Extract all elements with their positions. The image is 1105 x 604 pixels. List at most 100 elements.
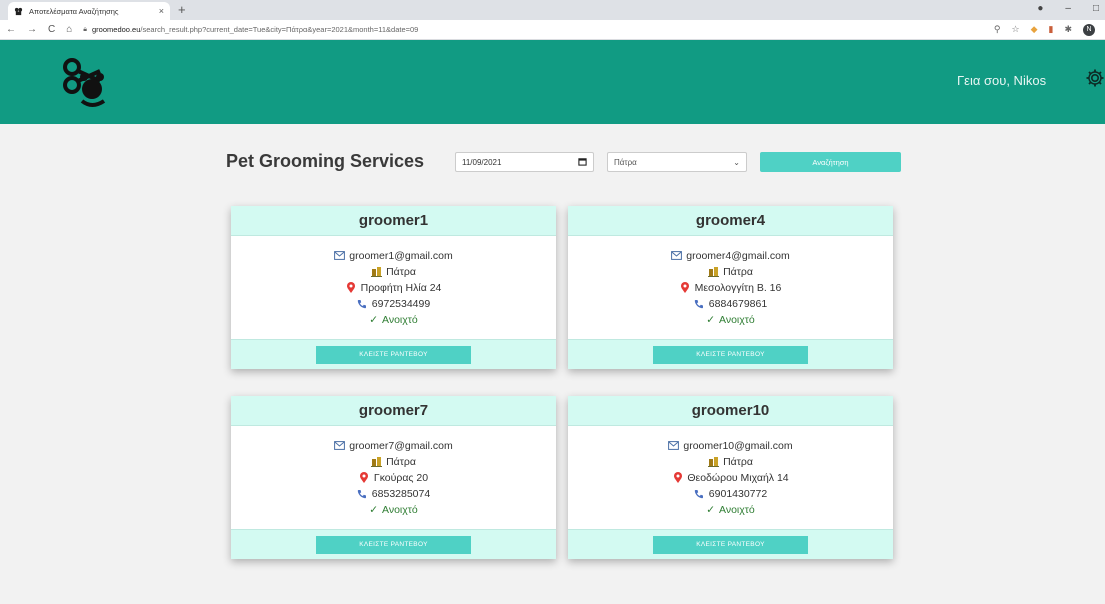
- browser-tab[interactable]: Αποτελέσματα Αναζήτησης ×: [8, 2, 170, 20]
- card-footer: ΚΛΕΙΣΤΕ ΡΑΝΤΕΒΟΥ: [231, 529, 556, 559]
- window-controls: ● – □: [1037, 3, 1099, 14]
- groomer-details: groomer1@gmail.com Πάτρα Προφήτη Ηλία 24…: [231, 236, 556, 339]
- envelope-icon: [334, 250, 346, 261]
- home-icon[interactable]: ⌂: [66, 24, 72, 35]
- groomer-email: groomer7@gmail.com: [349, 439, 453, 452]
- groomer-address: Γκούρας 20: [373, 471, 429, 484]
- restore-icon[interactable]: □: [1093, 3, 1099, 14]
- card-footer: ΚΛΕΙΣΤΕ ΡΑΝΤΕΒΟΥ: [568, 339, 893, 369]
- groomer-details: groomer7@gmail.com Πάτρα Γκούρας 20 6853…: [231, 426, 556, 529]
- groomer-address: Μεσολογγίτη Β. 16: [694, 281, 782, 294]
- check-icon: ✓: [706, 503, 716, 516]
- card-footer: ΚΛΕΙΣΤΕ ΡΑΝΤΕΒΟΥ: [568, 529, 893, 559]
- settings-gear-icon[interactable]: [1085, 68, 1105, 88]
- check-icon: ✓: [369, 503, 379, 516]
- city-buildings-icon: [371, 266, 383, 277]
- new-tab-icon[interactable]: +: [178, 2, 186, 17]
- groomer-city: Πάτρα: [386, 455, 416, 468]
- groomer-phone: 6972534499: [371, 297, 431, 310]
- page-title: Pet Grooming Services: [226, 151, 425, 171]
- search-button[interactable]: Αναζήτηση: [760, 152, 901, 172]
- groomer-address: Θεοδώρου Μιχαήλ 14: [687, 471, 789, 484]
- book-appointment-button[interactable]: ΚΛΕΙΣΤΕ ΡΑΝΤΕΒΟΥ: [653, 535, 808, 554]
- url-host: groomedoo.eu: [92, 25, 141, 34]
- groomer-details: groomer4@gmail.com Πάτρα Μεσολογγίτη Β. …: [568, 236, 893, 339]
- book-appointment-button[interactable]: ΚΛΕΙΣΤΕ ΡΑΝΤΕΒΟΥ: [316, 535, 471, 554]
- lock-icon: 🔒︎: [83, 25, 88, 33]
- open-status: Ανοιχτό: [382, 503, 418, 516]
- groomer-address: Προφήτη Ηλία 24: [360, 281, 442, 294]
- card-footer: ΚΛΕΙΣΤΕ ΡΑΝΤΕΒΟΥ: [231, 339, 556, 369]
- city-buildings-icon: [708, 456, 720, 467]
- book-appointment-button[interactable]: ΚΛΕΙΣΤΕ ΡΑΝΤΕΒΟΥ: [653, 345, 808, 364]
- extension-colorful-icon[interactable]: ◆: [1031, 24, 1038, 35]
- bookmark-star-icon[interactable]: ☆: [1012, 24, 1020, 35]
- book-appointment-button[interactable]: ΚΛΕΙΣΤΕ ΡΑΝΤΕΒΟΥ: [316, 345, 471, 364]
- groomer-card: groomer4 groomer4@gmail.com Πάτρα Μεσολο…: [568, 206, 893, 369]
- groomer-phone: 6853285074: [371, 487, 431, 500]
- search-row: Pet Grooming Services 11/09/2021 Πάτρα ⌄…: [0, 124, 1105, 200]
- calendar-icon[interactable]: [578, 157, 587, 168]
- groomer-city: Πάτρα: [723, 455, 753, 468]
- open-status: Ανοιχτό: [719, 503, 755, 516]
- groomer-phone: 6884679861: [708, 297, 768, 310]
- city-select[interactable]: Πάτρα ⌄: [607, 152, 747, 172]
- phone-icon: [357, 298, 368, 309]
- groomer-name: groomer4: [568, 206, 893, 236]
- phone-icon: [694, 298, 705, 309]
- city-select-value: Πάτρα: [614, 157, 637, 167]
- url-path: /search_result.php?current_date=Tue&city…: [140, 25, 419, 34]
- url-field[interactable]: 🔒︎ groomedoo.eu /search_result.php?curre…: [83, 25, 994, 34]
- user-greeting[interactable]: Γεια σου, Nikos: [957, 73, 1046, 88]
- groomer-results-grid: groomer1 groomer1@gmail.com Πάτρα Προφήτ…: [231, 206, 895, 559]
- groomer-city: Πάτρα: [386, 265, 416, 278]
- groomer-card: groomer1 groomer1@gmail.com Πάτρα Προφήτ…: [231, 206, 556, 369]
- extensions-area: ⚲ ☆ ◆ ▮ ✱ N: [994, 23, 1095, 36]
- extensions-puzzle-icon[interactable]: ✱: [1064, 24, 1072, 35]
- map-pin-icon: [359, 472, 370, 483]
- date-value: 11/09/2021: [462, 157, 502, 167]
- groomer-city: Πάτρα: [723, 265, 753, 278]
- back-icon[interactable]: ←: [6, 24, 16, 35]
- groomer-card: groomer7 groomer7@gmail.com Πάτρα Γκούρα…: [231, 396, 556, 559]
- browser-address-bar: ← → C ⌂ 🔒︎ groomedoo.eu /search_result.p…: [0, 20, 1105, 40]
- extension-bars-icon[interactable]: ▮: [1049, 24, 1054, 35]
- zoom-icon[interactable]: ⚲: [994, 24, 1001, 35]
- tab-title: Αποτελέσματα Αναζήτησης: [29, 6, 119, 16]
- check-icon: ✓: [706, 313, 716, 326]
- groomedoo-logo-icon[interactable]: [54, 51, 116, 113]
- phone-icon: [357, 488, 368, 499]
- groomer-phone: 6901430772: [708, 487, 768, 500]
- open-status: Ανοιχτό: [719, 313, 755, 326]
- city-buildings-icon: [708, 266, 720, 277]
- envelope-icon: [671, 250, 683, 261]
- city-buildings-icon: [371, 456, 383, 467]
- site-favicon-icon: [14, 7, 23, 16]
- profile-avatar-icon[interactable]: N: [1083, 23, 1095, 36]
- phone-icon: [694, 488, 705, 499]
- forward-icon[interactable]: →: [27, 24, 37, 35]
- map-pin-icon: [680, 282, 691, 293]
- check-icon: ✓: [369, 313, 379, 326]
- groomer-email: groomer1@gmail.com: [349, 249, 453, 262]
- open-status: Ανοιχτό: [382, 313, 418, 326]
- profile-dot-icon[interactable]: ●: [1037, 3, 1043, 14]
- map-pin-icon: [672, 472, 683, 483]
- groomer-details: groomer10@gmail.com Πάτρα Θεοδώρου Μιχαή…: [568, 426, 893, 529]
- groomer-name: groomer10: [568, 396, 893, 426]
- reload-icon[interactable]: C: [48, 24, 55, 35]
- groomer-email: groomer4@gmail.com: [686, 249, 790, 262]
- date-field[interactable]: 11/09/2021: [455, 152, 594, 172]
- minimize-icon[interactable]: –: [1065, 3, 1071, 14]
- groomer-email: groomer10@gmail.com: [683, 439, 793, 452]
- browser-tab-bar: Αποτελέσματα Αναζήτησης × + ● – □: [0, 0, 1105, 20]
- envelope-icon: [334, 440, 346, 451]
- groomer-name: groomer1: [231, 206, 556, 236]
- map-pin-icon: [346, 282, 357, 293]
- envelope-icon: [668, 440, 680, 451]
- tab-close-icon[interactable]: ×: [159, 6, 164, 16]
- site-header: Γεια σου, Nikos: [0, 40, 1105, 124]
- chevron-down-icon: ⌄: [733, 157, 740, 167]
- groomer-name: groomer7: [231, 396, 556, 426]
- groomer-card: groomer10 groomer10@gmail.com Πάτρα Θεοδ…: [568, 396, 893, 559]
